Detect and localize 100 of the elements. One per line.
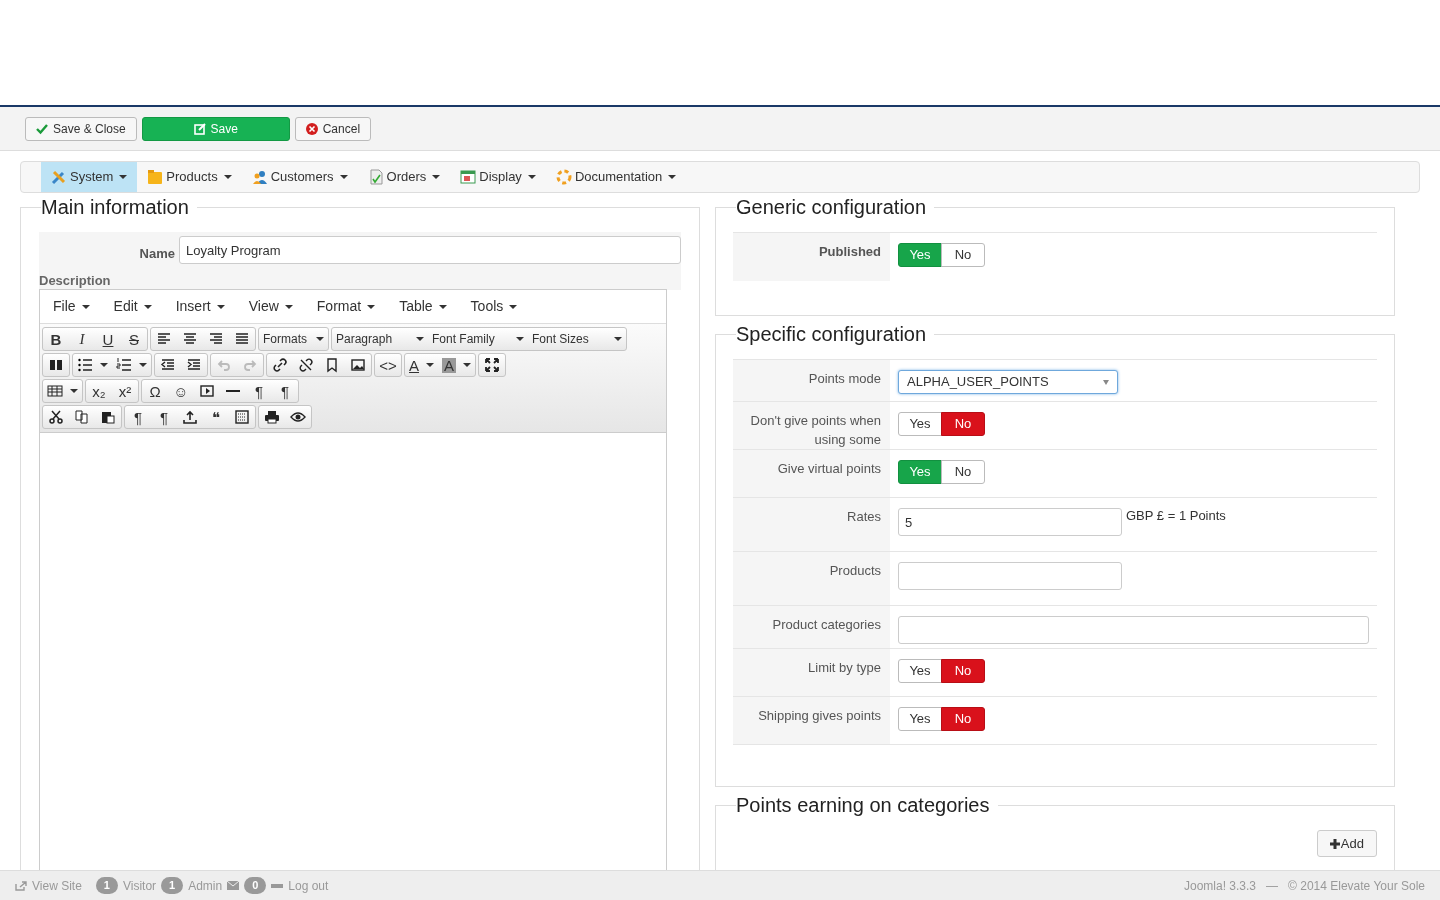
indent-icon — [186, 357, 202, 373]
align-center-icon — [182, 331, 198, 347]
cancel-button[interactable]: Cancel — [294, 116, 372, 141]
caret-icon — [81, 304, 90, 309]
justify-icon — [234, 331, 250, 347]
bullet-list-icon — [77, 357, 93, 373]
select-field[interactable]: ALPHA_USER_POINTS — [898, 370, 1118, 394]
editor-menu[interactable]: Insert — [175, 296, 225, 317]
menu-item[interactable]: Orders — [357, 162, 451, 192]
caret-icon — [463, 363, 472, 367]
caret-icon — [216, 304, 225, 309]
menu-item[interactable]: System — [41, 162, 138, 192]
field-label: Name — [138, 245, 176, 264]
align-left-icon — [156, 331, 172, 347]
separator-text: — — [1266, 877, 1279, 895]
editor-menu[interactable]: Tools — [470, 296, 518, 317]
editor-tool-button[interactable]: ❝ — [203, 406, 229, 428]
editor-tool-button[interactable]: x² — [112, 380, 138, 402]
redo-icon — [242, 357, 258, 373]
editor-tool-button[interactable]: A — [405, 354, 438, 376]
template-icon — [234, 409, 250, 425]
toggle-option[interactable]: Yes — [898, 412, 942, 436]
caret-icon — [516, 337, 524, 341]
unlink-icon — [298, 357, 314, 373]
edit-icon — [193, 122, 206, 135]
editor-dropdown[interactable]: Font Sizes — [528, 328, 626, 350]
editor-tool-button[interactable]: ¶ — [246, 380, 272, 402]
save-and-close-button[interactable]: Save & Close — [25, 116, 137, 141]
editor-menu[interactable]: Table — [399, 296, 447, 317]
caret-icon — [139, 363, 147, 367]
envelope-icon — [227, 881, 240, 890]
field-label: Points mode — [808, 370, 881, 388]
menu-item[interactable]: Products — [137, 162, 242, 192]
editor-menu[interactable]: Edit — [113, 296, 152, 317]
editor-tool-button[interactable]: x₂ — [86, 380, 112, 402]
folder-icon — [147, 169, 164, 185]
count-badge: 0 — [244, 877, 267, 894]
caret-icon — [70, 389, 78, 393]
editor-menu[interactable]: Format — [316, 296, 376, 317]
toggle-option[interactable]: No — [941, 707, 985, 731]
field-label: Published — [818, 243, 881, 261]
display-icon — [460, 169, 477, 185]
editor-menu[interactable]: File — [53, 296, 90, 317]
horizontal-line-icon — [226, 390, 240, 392]
text-field[interactable] — [898, 562, 1122, 590]
text-field[interactable] — [898, 616, 1369, 644]
toggle-option[interactable]: Yes — [898, 707, 942, 731]
editor-tool-button[interactable]: ¶ — [151, 406, 177, 428]
editor-tool-button[interactable]: Ω — [142, 380, 168, 402]
caret-icon — [143, 304, 152, 309]
editor-tool-button[interactable]: ¶ — [272, 380, 298, 402]
caret-icon — [426, 363, 434, 367]
add-button[interactable]: Add — [1316, 830, 1377, 857]
user-count-label: Visitor — [122, 877, 157, 895]
copy-icon — [74, 409, 90, 425]
table-icon — [47, 383, 63, 399]
name-field[interactable]: Loyalty Program — [179, 236, 681, 264]
copyright-text: © 2014 Elevate Your Sole — [1288, 877, 1425, 895]
field-label: Shipping gives points — [758, 707, 881, 725]
editor-tool-button[interactable]: B — [43, 328, 69, 350]
editor-tool-button[interactable]: ☺ — [168, 380, 194, 402]
scissors-icon — [48, 409, 64, 425]
editor-dropdown[interactable]: Paragraph — [332, 328, 428, 350]
field-label: Rates — [847, 508, 881, 526]
caret-icon — [316, 337, 324, 341]
field-label: Limit by type — [808, 659, 881, 677]
numbered-list-icon — [116, 357, 132, 373]
editor-tool-button[interactable]: S — [121, 328, 147, 350]
caret-icon — [339, 175, 348, 179]
editor-tool-button[interactable]: I — [69, 328, 95, 350]
menu-item[interactable]: Customers — [241, 162, 358, 192]
text-field[interactable]: 5 — [898, 508, 1122, 536]
toggle-option[interactable]: Yes — [898, 659, 942, 683]
external-link-icon — [15, 880, 27, 891]
paste-icon — [100, 409, 116, 425]
user-count-label: Admin — [188, 877, 223, 895]
caret-icon — [100, 363, 108, 367]
toggle-option[interactable]: No — [941, 659, 985, 683]
editor-tool-button[interactable]: <> — [375, 354, 401, 376]
menu-item[interactable]: Display — [450, 162, 546, 192]
toggle-option[interactable]: No — [941, 243, 985, 267]
caret-icon — [432, 175, 441, 179]
count-badge: 1 — [161, 877, 184, 894]
bookmark-icon — [324, 357, 340, 373]
menu-item[interactable]: Documentation — [545, 162, 687, 192]
editor-dropdown[interactable]: Formats — [259, 328, 328, 350]
editor-tool-button[interactable]: U — [95, 328, 121, 350]
caret-icon — [416, 337, 424, 341]
link-icon — [272, 357, 288, 373]
caret-icon — [284, 304, 293, 309]
editor-dropdown[interactable]: Font Family — [428, 328, 528, 350]
editor-tool-button[interactable]: A — [438, 354, 476, 376]
editor-menu[interactable]: View — [248, 296, 293, 317]
editor-tool-button[interactable]: ¶ — [125, 406, 151, 428]
plus-icon — [1329, 838, 1340, 849]
toggle-option[interactable]: No — [941, 460, 985, 484]
minus-icon — [271, 883, 284, 888]
toggle-option[interactable]: No — [941, 412, 985, 436]
count-badge: 1 — [95, 877, 118, 894]
field-label: Give virtual points — [777, 460, 881, 478]
